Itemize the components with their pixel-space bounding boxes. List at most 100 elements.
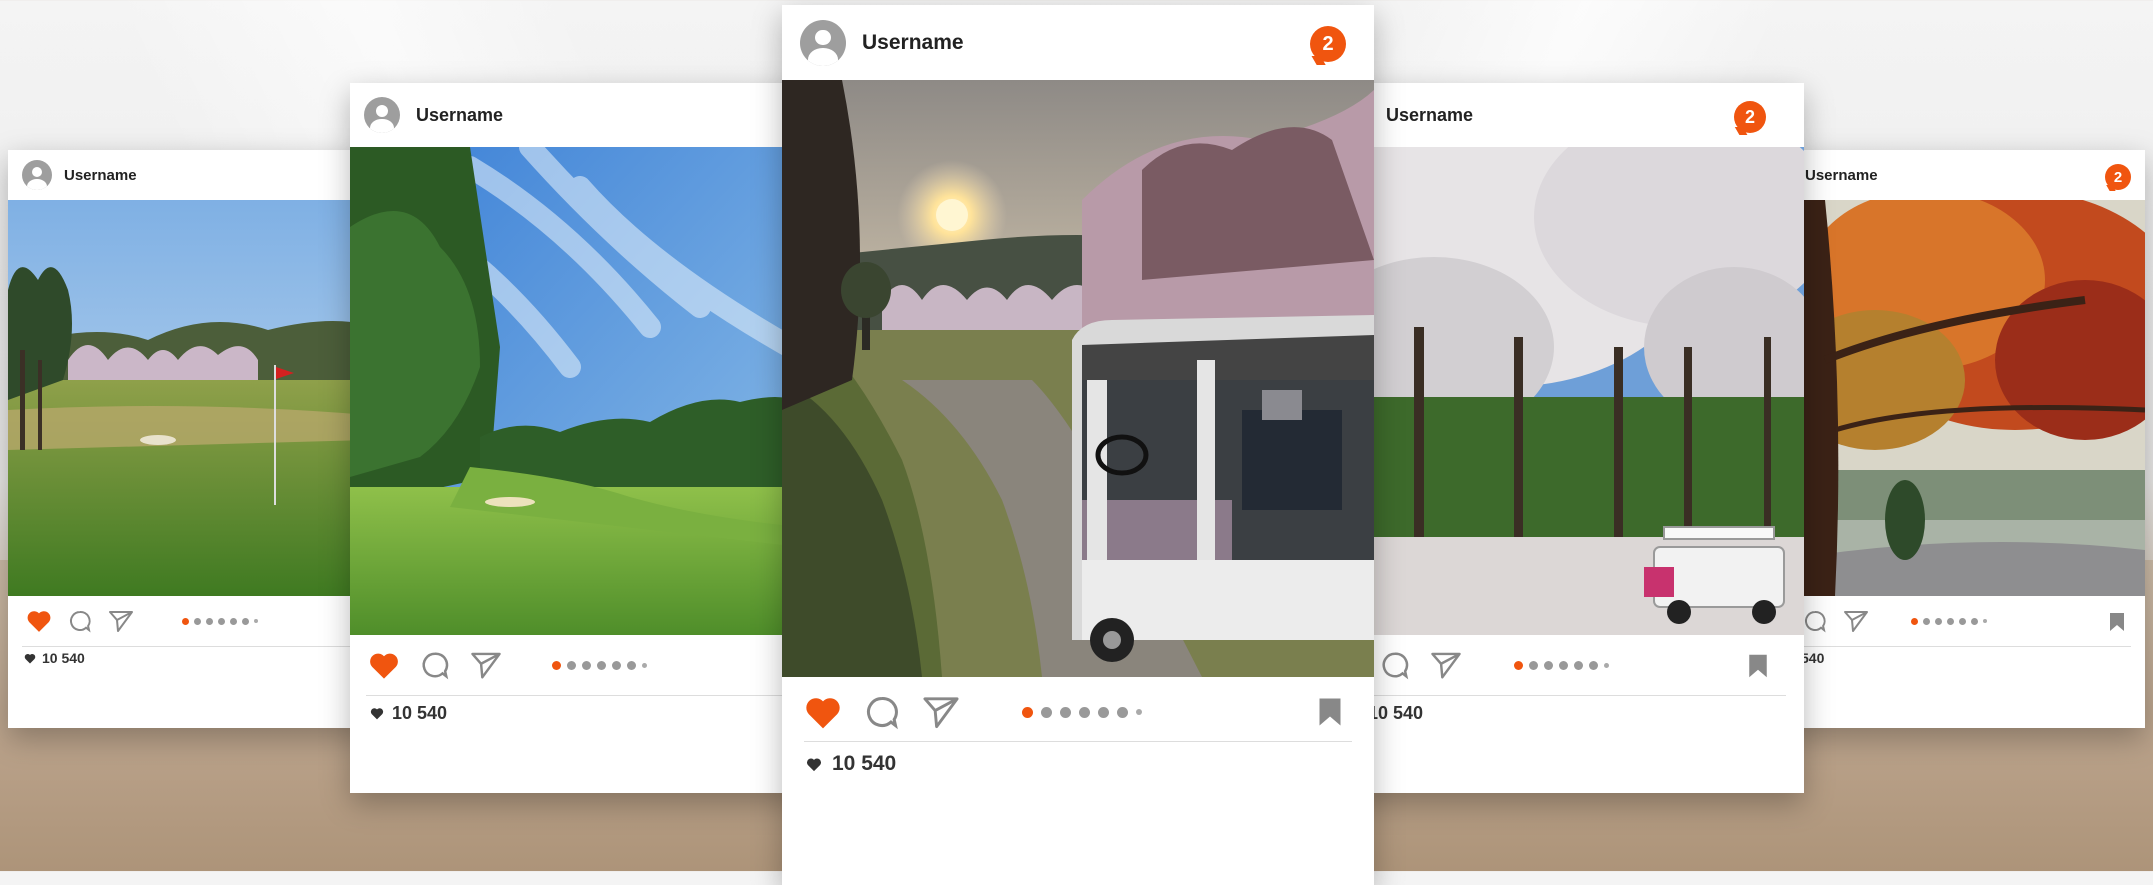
action-bar bbox=[782, 677, 1374, 747]
likes-value: 10 540 bbox=[1368, 703, 1424, 723]
carousel-dot[interactable] bbox=[1983, 619, 1987, 623]
carousel-dot[interactable] bbox=[1911, 617, 1918, 625]
carousel-indicator[interactable] bbox=[1022, 706, 1142, 718]
divider bbox=[1799, 646, 2131, 647]
likes-count: 540 bbox=[1801, 650, 1824, 666]
post-card-1: Username 10 540 bbox=[8, 150, 368, 728]
carousel-dot[interactable] bbox=[597, 660, 606, 670]
post-photo[interactable] bbox=[782, 80, 1374, 677]
comment-icon[interactable] bbox=[1380, 650, 1410, 680]
heart-icon[interactable] bbox=[804, 695, 842, 730]
carousel-dot[interactable] bbox=[182, 617, 189, 625]
carousel-dot[interactable] bbox=[218, 617, 225, 625]
carousel-dot[interactable] bbox=[1060, 706, 1071, 718]
carousel-dot[interactable] bbox=[567, 660, 576, 670]
small-heart-icon bbox=[370, 707, 384, 720]
likes-count: 10 540 bbox=[806, 752, 896, 776]
carousel-dot[interactable] bbox=[1514, 660, 1523, 670]
comment-icon[interactable] bbox=[68, 609, 92, 633]
carousel-dot[interactable] bbox=[1971, 617, 1978, 625]
notification-badge[interactable]: 2 bbox=[1310, 26, 1346, 62]
username[interactable]: Username bbox=[1805, 167, 1878, 184]
carousel-indicator[interactable] bbox=[1514, 660, 1609, 670]
username[interactable]: Username bbox=[64, 167, 137, 184]
carousel-dot[interactable] bbox=[1022, 706, 1033, 718]
send-icon[interactable] bbox=[1843, 609, 1869, 633]
bookmark-icon[interactable] bbox=[1318, 697, 1342, 727]
divider bbox=[804, 741, 1352, 742]
comment-icon[interactable] bbox=[1803, 609, 1827, 633]
likes-value: 10 540 bbox=[832, 752, 897, 775]
likes-value: 540 bbox=[1801, 650, 1825, 666]
carousel-dot[interactable] bbox=[552, 660, 561, 670]
carousel-dot[interactable] bbox=[1604, 662, 1609, 668]
post-header: Username bbox=[8, 150, 368, 200]
post-card-5: Username 2 540 bbox=[1785, 150, 2145, 728]
heart-icon[interactable] bbox=[26, 609, 52, 633]
username[interactable]: Username bbox=[416, 105, 503, 126]
notification-badge[interactable]: 2 bbox=[1734, 101, 1766, 133]
carousel-dot[interactable] bbox=[230, 617, 237, 625]
carousel-dot[interactable] bbox=[194, 617, 201, 625]
carousel-indicator[interactable] bbox=[1911, 617, 1987, 625]
notification-badge[interactable]: 2 bbox=[2105, 164, 2131, 190]
carousel-dot[interactable] bbox=[1136, 709, 1142, 715]
carousel-dot[interactable] bbox=[1098, 706, 1109, 718]
post-photo[interactable] bbox=[1354, 147, 1804, 635]
send-icon[interactable] bbox=[922, 694, 960, 730]
small-heart-icon bbox=[806, 757, 822, 772]
carousel-dot[interactable] bbox=[627, 660, 636, 670]
carousel-indicator[interactable] bbox=[182, 617, 258, 625]
post-card-4: Username 2 10 540 bbox=[1354, 83, 1804, 793]
likes-count: 10 540 bbox=[1368, 703, 1423, 724]
action-bar bbox=[1785, 596, 2145, 646]
send-icon[interactable] bbox=[1430, 650, 1462, 680]
username[interactable]: Username bbox=[862, 31, 964, 55]
username[interactable]: Username bbox=[1386, 105, 1473, 126]
likes-value: 10 540 bbox=[42, 650, 85, 666]
send-icon[interactable] bbox=[470, 650, 502, 680]
heart-icon[interactable] bbox=[368, 651, 400, 680]
likes-count: 10 540 bbox=[24, 650, 85, 666]
carousel-dot[interactable] bbox=[1589, 660, 1598, 670]
post-card-3: Username 2 10 540 bbox=[782, 5, 1374, 885]
avatar-icon[interactable] bbox=[800, 19, 846, 66]
carousel-dot[interactable] bbox=[1559, 660, 1568, 670]
carousel-dot[interactable] bbox=[1041, 706, 1052, 718]
carousel-dot[interactable] bbox=[612, 660, 621, 670]
send-icon[interactable] bbox=[108, 609, 134, 633]
post-photo[interactable] bbox=[350, 147, 800, 635]
carousel-dot[interactable] bbox=[206, 617, 213, 625]
bookmark-icon[interactable] bbox=[1748, 653, 1768, 679]
carousel-dot[interactable] bbox=[582, 660, 591, 670]
action-bar bbox=[350, 635, 800, 695]
carousel-dot[interactable] bbox=[242, 617, 249, 625]
carousel-indicator[interactable] bbox=[552, 660, 647, 670]
carousel-dot[interactable] bbox=[1574, 660, 1583, 670]
carousel-dot[interactable] bbox=[1529, 660, 1538, 670]
small-heart-icon bbox=[24, 653, 36, 664]
avatar-icon[interactable] bbox=[22, 160, 52, 190]
carousel-dot[interactable] bbox=[642, 662, 647, 668]
divider bbox=[22, 646, 354, 647]
carousel-dot[interactable] bbox=[1935, 617, 1942, 625]
carousel-dot[interactable] bbox=[1117, 706, 1128, 718]
carousel-dot[interactable] bbox=[254, 619, 258, 623]
comment-icon[interactable] bbox=[864, 694, 900, 730]
carousel-dot[interactable] bbox=[1923, 617, 1930, 625]
action-bar bbox=[1354, 635, 1804, 695]
carousel-dot[interactable] bbox=[1947, 617, 1954, 625]
carousel-dot[interactable] bbox=[1079, 706, 1090, 718]
post-photo[interactable] bbox=[1785, 200, 2145, 596]
divider bbox=[366, 695, 784, 696]
post-header: Username bbox=[782, 5, 1374, 80]
avatar-icon[interactable] bbox=[364, 97, 400, 133]
post-card-2: Username 10 540 bbox=[350, 83, 800, 793]
post-header: Username bbox=[1785, 150, 2145, 200]
likes-value: 10 540 bbox=[392, 703, 448, 723]
comment-icon[interactable] bbox=[420, 650, 450, 680]
post-photo[interactable] bbox=[8, 200, 368, 596]
bookmark-icon[interactable] bbox=[2109, 612, 2125, 632]
carousel-dot[interactable] bbox=[1959, 617, 1966, 625]
carousel-dot[interactable] bbox=[1544, 660, 1553, 670]
